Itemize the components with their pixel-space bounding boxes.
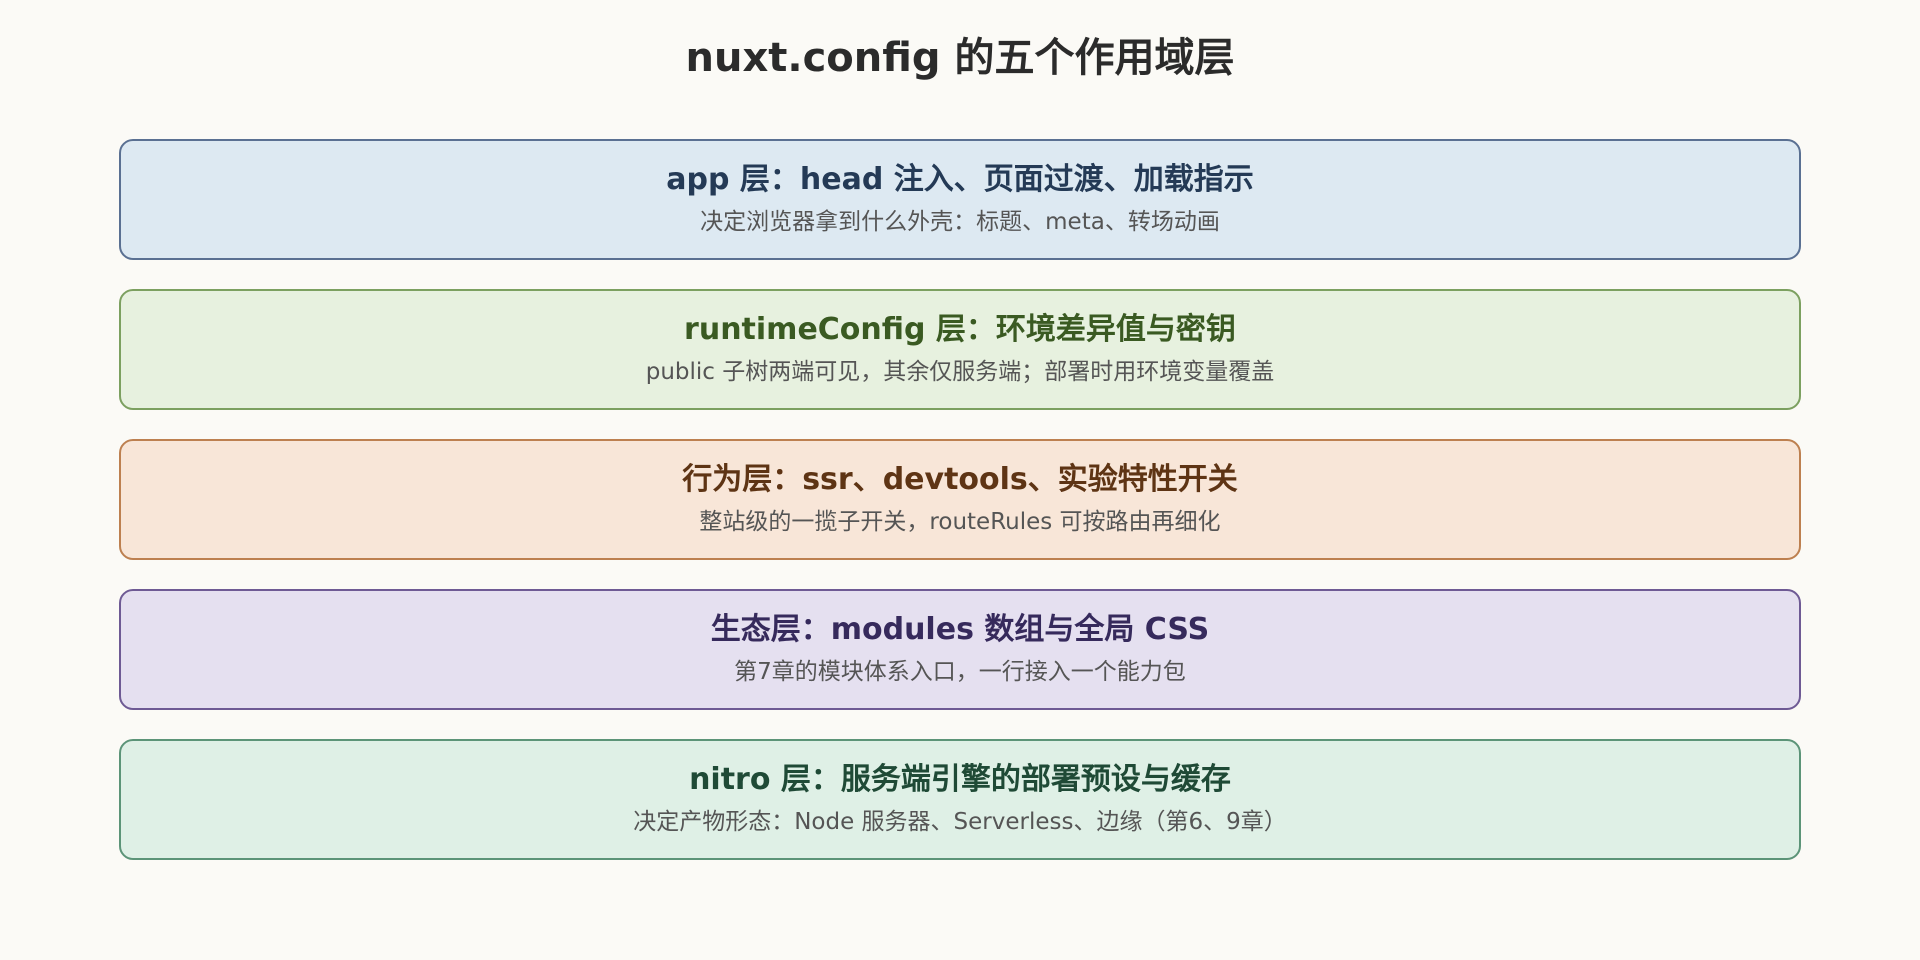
layer-ecosystem-desc: 第7章的模块体系入口，一行接入一个能力包 — [734, 659, 1186, 685]
layer-app-title: app 层：head 注入、页面过渡、加载指示 — [666, 162, 1254, 197]
layer-runtime-config-title: runtimeConfig 层：环境差异值与密钥 — [684, 312, 1236, 347]
layer-nitro-title: nitro 层：服务端引擎的部署预设与缓存 — [689, 762, 1231, 797]
diagram-title: nuxt.config 的五个作用域层 — [685, 35, 1235, 81]
layer-ecosystem: 生态层：modules 数组与全局 CSS 第7章的模块体系入口，一行接入一个能… — [119, 589, 1801, 710]
layer-behavior-desc: 整站级的一揽子开关，routeRules 可按路由再细化 — [699, 509, 1221, 535]
layer-behavior-title: 行为层：ssr、devtools、实验特性开关 — [682, 462, 1238, 497]
layer-stack: app 层：head 注入、页面过渡、加载指示 决定浏览器拿到什么外壳：标题、m… — [119, 139, 1801, 889]
layer-app-desc: 决定浏览器拿到什么外壳：标题、meta、转场动画 — [700, 209, 1220, 235]
layer-app: app 层：head 注入、页面过渡、加载指示 决定浏览器拿到什么外壳：标题、m… — [119, 139, 1801, 260]
layer-runtime-config-desc: public 子树两端可见，其余仅服务端；部署时用环境变量覆盖 — [645, 359, 1275, 385]
layer-runtime-config: runtimeConfig 层：环境差异值与密钥 public 子树两端可见，其… — [119, 289, 1801, 410]
layer-ecosystem-title: 生态层：modules 数组与全局 CSS — [710, 612, 1210, 647]
diagram-page: nuxt.config 的五个作用域层 app 层：head 注入、页面过渡、加… — [0, 0, 1920, 960]
layer-nitro-desc: 决定产物形态：Node 服务器、Serverless、边缘（第6、9章） — [633, 809, 1287, 835]
layer-nitro: nitro 层：服务端引擎的部署预设与缓存 决定产物形态：Node 服务器、Se… — [119, 739, 1801, 860]
layer-behavior: 行为层：ssr、devtools、实验特性开关 整站级的一揽子开关，routeR… — [119, 439, 1801, 560]
